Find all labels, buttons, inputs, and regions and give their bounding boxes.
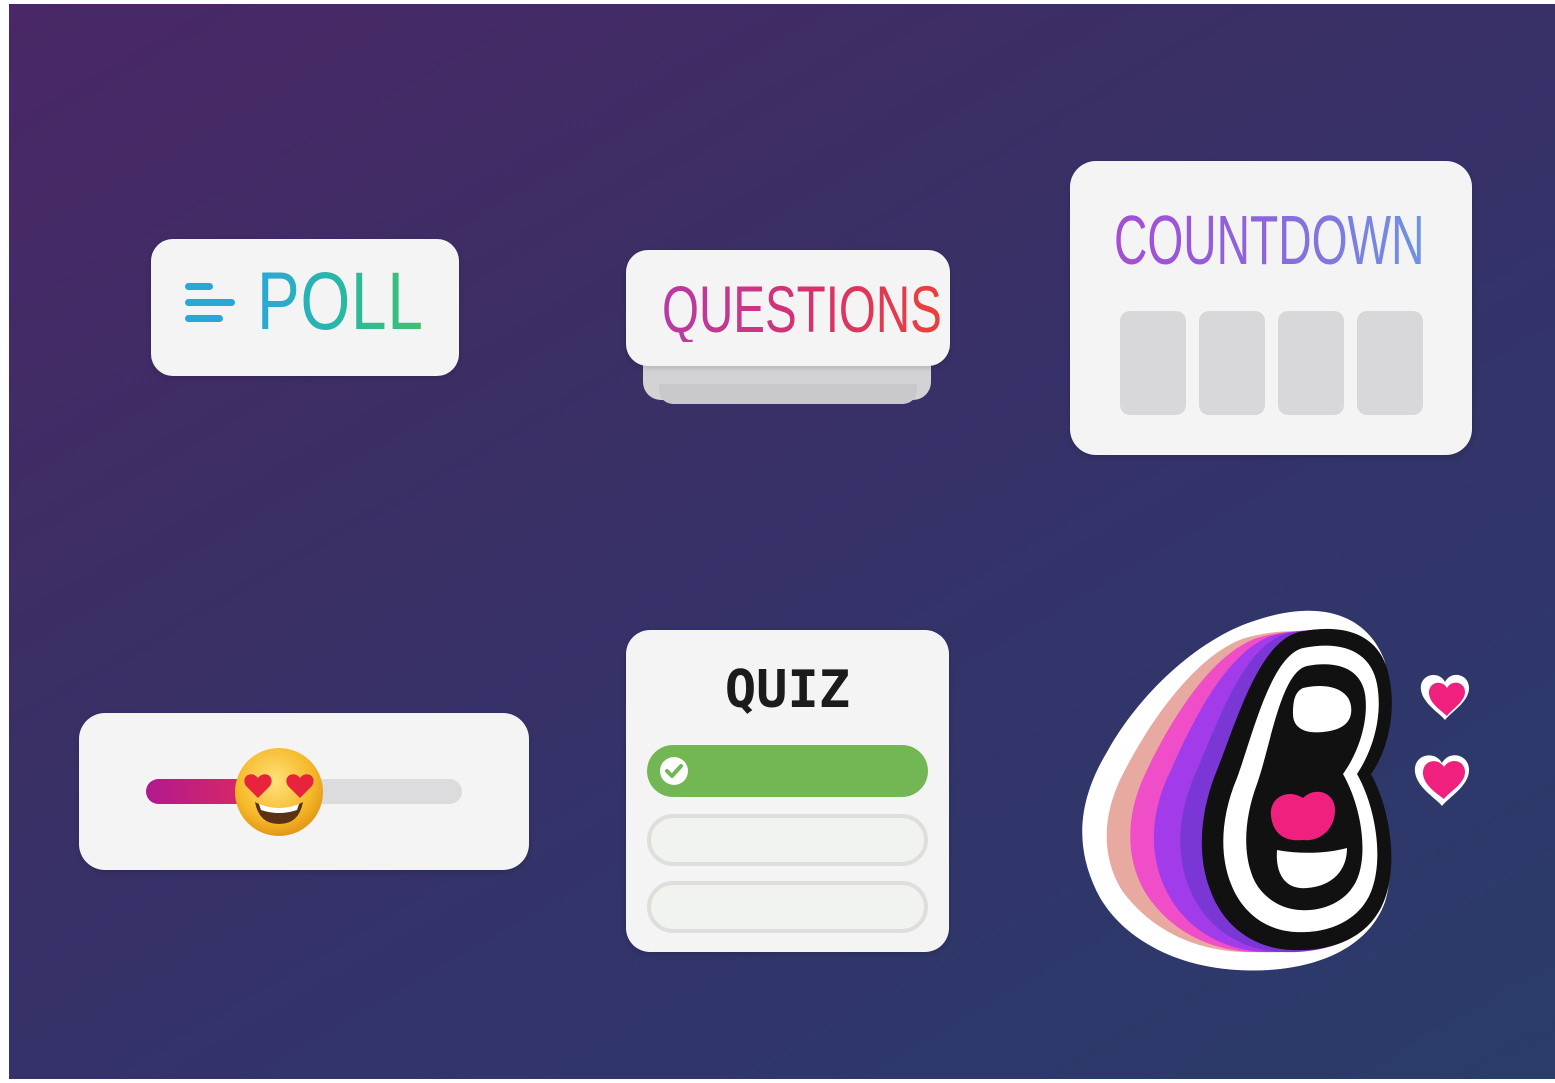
poll-lines-icon (185, 283, 235, 322)
quiz-answer-option[interactable] (647, 814, 928, 866)
countdown-digit-box (1199, 311, 1265, 415)
countdown-sticker[interactable]: COUNTDOWN (1070, 161, 1472, 455)
questions-sticker-base-lower (659, 384, 917, 404)
sticker-tray: POLL QUESTIONS COUNTDOWN QUIZ (9, 4, 1555, 1079)
quiz-sticker[interactable]: QUIZ (626, 630, 949, 952)
heart-eyes-emoji-icon[interactable] (233, 746, 325, 838)
questions-sticker[interactable]: QUESTIONS (626, 250, 950, 366)
countdown-digit-box (1278, 311, 1344, 415)
countdown-digit-box (1120, 311, 1186, 415)
questions-label: QUESTIONS (662, 272, 942, 346)
emoji-slider-sticker[interactable] (79, 713, 529, 870)
quiz-answer-option[interactable] (647, 881, 928, 933)
check-circle-icon (660, 757, 688, 785)
screaming-mouth-icon[interactable] (1067, 602, 1487, 982)
quiz-answer-correct[interactable] (647, 745, 928, 797)
quiz-title: QUIZ (724, 660, 851, 720)
countdown-label: COUNTDOWN (1114, 201, 1425, 279)
poll-sticker[interactable]: POLL (151, 239, 459, 376)
poll-label: POLL (257, 256, 424, 347)
hearts-icon (1414, 674, 1469, 806)
countdown-digit-box (1357, 311, 1423, 415)
